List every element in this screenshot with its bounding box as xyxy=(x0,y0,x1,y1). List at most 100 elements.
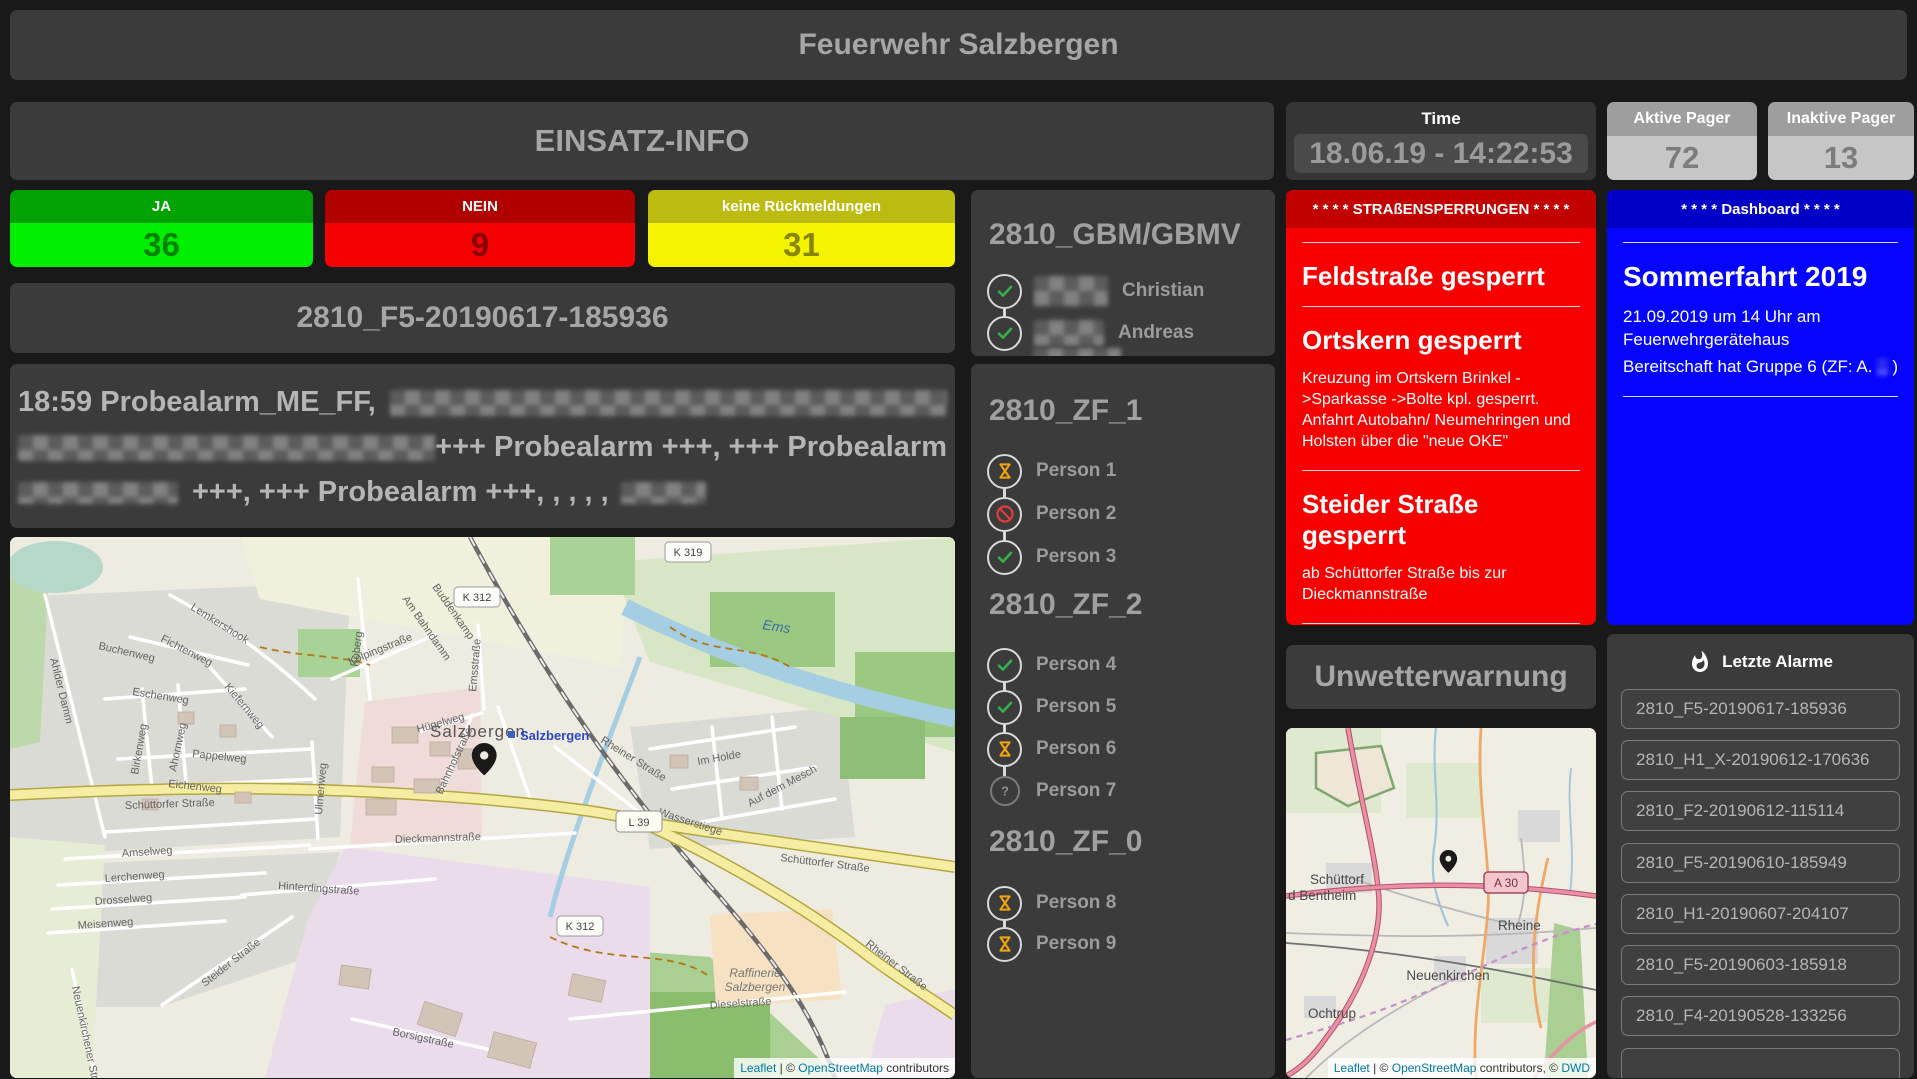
member-name: Person 5 xyxy=(1036,696,1116,718)
check-icon xyxy=(987,540,1022,575)
member-row: Person 2 xyxy=(987,494,1116,534)
roadblock-title: Steider Straße gesperrt xyxy=(1302,489,1580,551)
leaflet-link[interactable]: Leaflet xyxy=(740,1061,776,1075)
member-name: Person 7 xyxy=(1036,780,1116,802)
roadblock-title: Feldstraße gesperrt xyxy=(1302,261,1580,292)
roadblock-text: ab Schüttorfer Straße bis zur Dieckmanns… xyxy=(1302,563,1580,605)
member-name: Andreas xyxy=(1118,322,1194,344)
redacted-text xyxy=(18,482,178,504)
weather-warning-title: Unwetterwarnung xyxy=(1286,645,1596,709)
divider xyxy=(1623,242,1898,243)
dashboard-screen: Feuerwehr Salzbergen EINSATZ-INFO Time 1… xyxy=(0,0,1917,1079)
group-gbm-panel: 2810_GBM/GBMV Christian Andreas xyxy=(971,190,1275,356)
member-row: Christian xyxy=(987,271,1204,311)
response-no-box: NEIN 9 xyxy=(325,190,635,267)
time-panel: Time 18.06.19 - 14:22:53 xyxy=(1286,102,1596,180)
main-map-canvas: Schüttorfer Straße Schüttorfer Straße Rh… xyxy=(10,537,955,1078)
divider xyxy=(1302,306,1580,307)
response-yes-count: 36 xyxy=(10,223,313,267)
member-name: Person 8 xyxy=(1036,892,1116,914)
response-yes-box: JA 36 xyxy=(10,190,313,267)
flame-icon xyxy=(1688,650,1712,674)
redacted-text xyxy=(390,390,947,416)
industrial-label-line1: Raffinerie xyxy=(729,966,781,980)
alarm-item-partial[interactable] xyxy=(1621,1048,1900,1078)
group-title: 2810_ZF_1 xyxy=(989,394,1142,428)
group-title: 2810_ZF_2 xyxy=(989,588,1142,622)
osm-link[interactable]: OpenStreetMap xyxy=(798,1061,883,1075)
member-name: Person 4 xyxy=(1036,654,1116,676)
map-attribution: Leaflet | © OpenStreetMap contributors, … xyxy=(1328,1058,1596,1078)
weather-map[interactable]: A 30 Schüttorf d Bentheim Ochtrup Neuenk… xyxy=(1286,728,1596,1078)
active-pager-box: Aktive Pager 72 xyxy=(1607,102,1757,180)
redacted-name xyxy=(1034,320,1104,346)
member-row: Person 6 xyxy=(987,729,1116,769)
alarm-item[interactable]: 2810_F2-20190612-115114 xyxy=(1621,791,1900,831)
divider xyxy=(1302,623,1580,624)
main-map[interactable]: Schüttorfer Straße Schüttorfer Straße Rh… xyxy=(10,537,955,1078)
hourglass-icon xyxy=(987,454,1022,489)
redacted-name xyxy=(1033,348,1121,356)
dashboard-title: Sommerfahrt 2019 xyxy=(1623,261,1898,293)
town-label: Rheine xyxy=(1498,918,1541,933)
member-name: Christian xyxy=(1122,280,1204,302)
dwd-link[interactable]: DWD xyxy=(1561,1061,1590,1075)
motorway-badge: A 30 xyxy=(1494,876,1518,890)
road-badge: K 319 xyxy=(674,547,703,559)
redacted-name xyxy=(1877,358,1887,376)
check-icon xyxy=(987,690,1022,725)
inactive-pager-box: Inaktive Pager 13 xyxy=(1768,102,1914,180)
member-name: Person 2 xyxy=(1036,503,1116,525)
leaflet-link[interactable]: Leaflet xyxy=(1334,1061,1370,1075)
time-label: Time xyxy=(1286,102,1596,129)
alarm-line-3: +++, +++ Probealarm +++, , , , , xyxy=(18,470,947,515)
member-row: Person 3 xyxy=(987,537,1116,577)
no-entry-icon xyxy=(987,497,1022,532)
app-header: Feuerwehr Salzbergen xyxy=(10,10,1907,80)
road-badge: L 39 xyxy=(628,817,649,829)
response-yes-label: JA xyxy=(10,190,313,223)
town-label: Ochtrup xyxy=(1308,1006,1356,1021)
member-row: Person 9 xyxy=(987,924,1116,964)
roadblock-text: Kreuzung im Ortskern Brinkel ->Sparkasse… xyxy=(1302,368,1580,452)
alarm-item[interactable]: 2810_H1_X-20190612-170636 xyxy=(1621,740,1900,780)
alarm-line-1: 18:59 Probealarm_ME_FF, xyxy=(18,380,947,425)
check-icon xyxy=(987,648,1022,683)
alarm-item[interactable]: 2810_F4-20190528-133256 xyxy=(1621,996,1900,1036)
check-icon xyxy=(987,274,1022,309)
town-label: Neuenkirchen xyxy=(1406,968,1489,983)
weather-map-canvas: A 30 Schüttorf d Bentheim Ochtrup Neuenk… xyxy=(1286,728,1596,1078)
active-pager-count: 72 xyxy=(1607,136,1757,180)
divider xyxy=(1302,470,1580,471)
member-row: Person 4 xyxy=(987,645,1116,685)
svg-text:?: ? xyxy=(1001,784,1009,799)
alarm-item[interactable]: 2810_F5-20190617-185936 xyxy=(1621,689,1900,729)
dashboard-header: * * * * Dashboard * * * * xyxy=(1607,190,1914,228)
response-none-label: keine Rückmeldungen xyxy=(648,190,955,223)
member-row: Andreas xyxy=(987,313,1194,353)
alarm-item[interactable]: 2810_H1-20190607-204107 xyxy=(1621,894,1900,934)
divider xyxy=(1623,396,1898,397)
group-title: 2810_GBM/GBMV xyxy=(989,218,1241,252)
hourglass-icon xyxy=(987,927,1022,962)
map-attribution: Leaflet | © OpenStreetMap contributors xyxy=(734,1058,955,1078)
dashboard-text: 21.09.2019 um 14 Uhr am Feuerwehrgeräteh… xyxy=(1623,305,1898,351)
redacted-text xyxy=(621,482,706,504)
osm-link[interactable]: OpenStreetMap xyxy=(1392,1061,1477,1075)
roadblocks-panel: * * * * STRAßENSPERRUNGEN * * * * Feldst… xyxy=(1286,190,1596,625)
recent-alarms-panel: Letzte Alarme 2810_F5-20190617-185936 28… xyxy=(1607,634,1914,1078)
hourglass-icon xyxy=(987,886,1022,921)
alarm-item[interactable]: 2810_F5-20190610-185949 xyxy=(1621,843,1900,883)
member-name: Person 9 xyxy=(1036,933,1116,955)
road-badge: K 312 xyxy=(566,921,595,933)
check-icon xyxy=(987,316,1022,351)
redacted-text xyxy=(18,435,435,461)
group-title: 2810_ZF_0 xyxy=(989,825,1142,859)
response-no-label: NEIN xyxy=(325,190,635,223)
roadblocks-header: * * * * STRAßENSPERRUNGEN * * * * xyxy=(1286,190,1596,228)
member-row: Person 5 xyxy=(987,687,1116,727)
dashboard-panel: * * * * Dashboard * * * * Sommerfahrt 20… xyxy=(1607,190,1914,625)
alarm-item[interactable]: 2810_F5-20190603-185918 xyxy=(1621,945,1900,985)
member-name: Person 3 xyxy=(1036,546,1116,568)
road-badge: K 312 xyxy=(463,592,492,604)
